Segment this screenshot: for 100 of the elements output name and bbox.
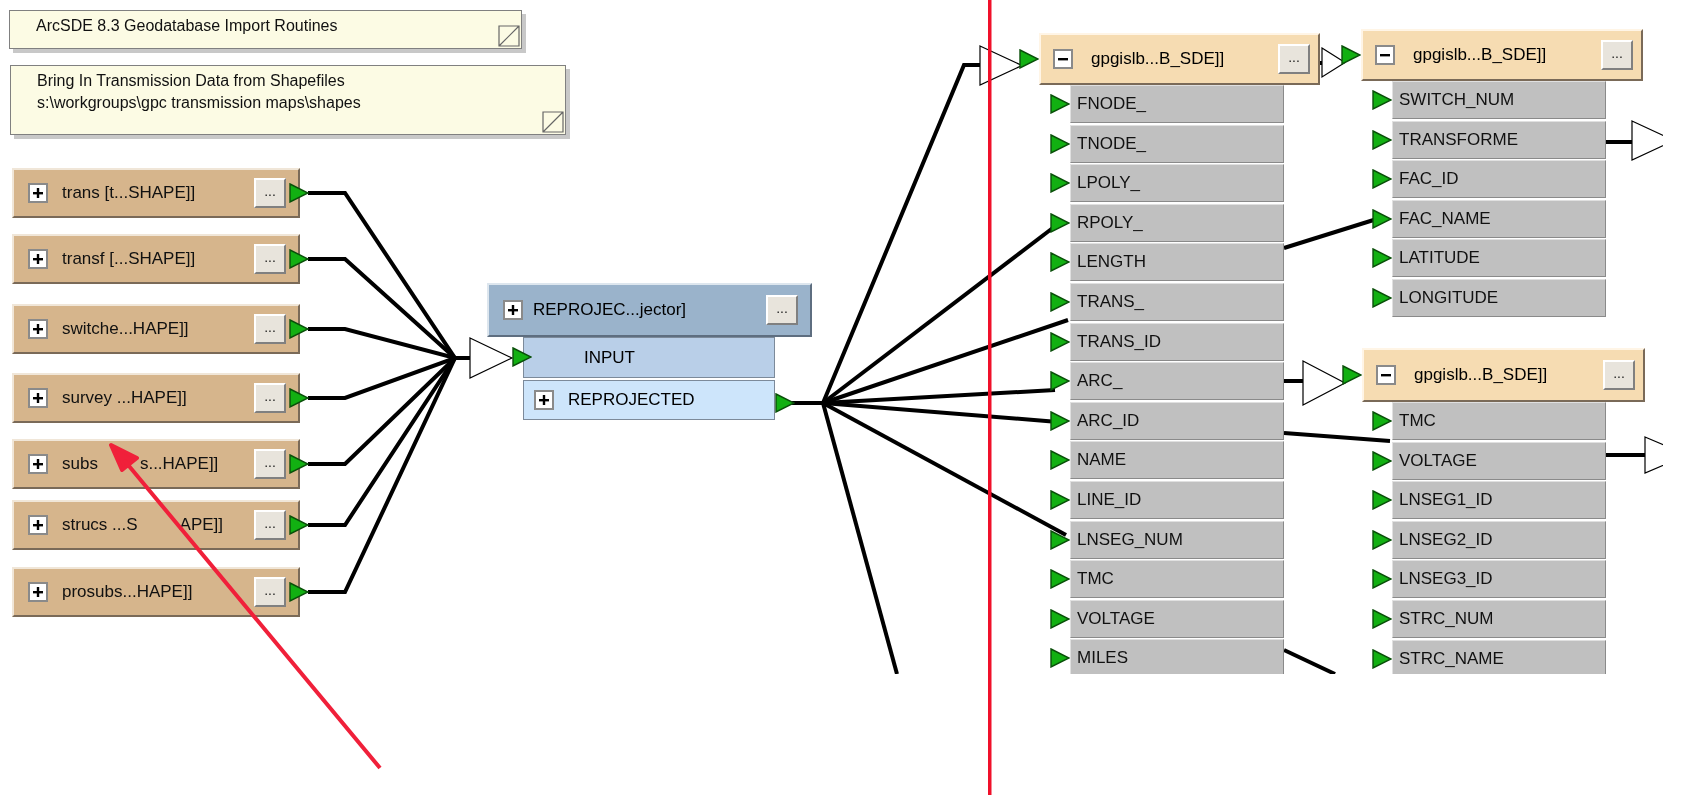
connector-line [1283,648,1336,674]
collapse-icon[interactable] [1376,365,1396,385]
reader-node[interactable]: prosubs...HAPE]] ... [12,567,300,617]
input-port-icon[interactable] [1372,609,1392,629]
expand-icon[interactable] [28,319,48,339]
attribute-row[interactable]: TRANSFORME [1392,120,1606,159]
attribute-row[interactable]: STRC_NAME [1392,639,1606,674]
attribute-name: FAC_ID [1399,169,1459,190]
properties-button[interactable]: ... [254,383,286,413]
output-port-icon[interactable] [289,515,309,535]
attribute-name: LATITUDE [1399,248,1480,269]
reader-node[interactable]: switche...HAPE]] ... [12,304,300,354]
expand-icon[interactable] [534,390,554,410]
input-port-icon[interactable] [512,347,532,367]
expand-icon[interactable] [28,515,48,535]
attribute-name: LPOLY_ [1077,173,1140,194]
attribute-row[interactable]: LNSEG3_ID [1392,560,1606,599]
attribute-row[interactable]: LINE_ID [1070,481,1284,519]
expand-icon[interactable] [503,300,523,320]
properties-button[interactable]: ... [1603,360,1635,390]
properties-button[interactable]: ... [254,510,286,540]
fold-corner-icon [542,111,564,133]
attribute-row[interactable]: LONGITUDE [1392,279,1606,317]
reader-node[interactable]: transf [...SHAPE]] ... [12,234,300,284]
attribute-row[interactable]: TRANS_ [1070,283,1284,321]
expand-icon[interactable] [28,388,48,408]
attribute-row[interactable]: RPOLY_ [1070,203,1284,242]
input-port-icon[interactable] [1372,411,1392,431]
attribute-row[interactable]: SWITCH_NUM [1392,81,1606,119]
properties-button[interactable]: ... [254,314,286,344]
reader-node[interactable]: trans [t...SHAPE]] ... [12,168,300,218]
attribute-row[interactable]: FAC_NAME [1392,199,1606,238]
node-label: APE]] [179,515,224,535]
attribute-name: TNODE_ [1077,133,1146,154]
output-port-icon[interactable] [289,388,309,408]
expand-icon[interactable] [28,249,48,269]
port-label: INPUT [584,347,635,368]
reader-node[interactable]: subs s...HAPE]] ... [12,439,300,489]
attribute-row[interactable]: ARC_ [1070,362,1284,401]
output-port-icon[interactable] [289,249,309,269]
output-port-icon[interactable] [775,393,795,413]
expand-icon[interactable] [28,582,48,602]
feature-type-header[interactable]: gpgislb...B_SDE]] ... [1361,29,1643,81]
properties-button[interactable]: ... [254,178,286,208]
input-port-icon[interactable] [1050,292,1070,312]
attribute-row[interactable]: LNSEG_NUM [1070,520,1284,559]
attribute-name: STRC_NAME [1399,648,1504,669]
attribute-row[interactable]: ARC_ID [1070,401,1284,440]
attribute-row[interactable]: MILES [1070,639,1284,674]
attribute-row[interactable]: TMC [1070,560,1284,599]
collapse-icon[interactable] [1053,49,1073,69]
attribute-row[interactable]: LPOLY_ [1070,164,1284,203]
reader-node[interactable]: survey ...HAPE]] ... [12,373,300,423]
attribute-row[interactable]: LATITUDE [1392,239,1606,278]
attribute-name: LINE_ID [1077,490,1142,510]
input-port-icon[interactable] [1372,288,1392,308]
properties-button[interactable]: ... [1601,40,1633,70]
input-port-row[interactable]: INPUT [523,337,775,378]
node-label: trans [t...SHAPE]] [62,183,197,203]
properties-button[interactable]: ... [254,577,286,607]
input-port-icon[interactable] [1342,365,1362,385]
output-port-icon[interactable] [289,454,309,474]
attribute-row[interactable]: FAC_ID [1392,160,1606,199]
attribute-row[interactable]: TRANS_ID [1070,322,1284,361]
attribute-row[interactable]: TNODE_ [1070,124,1284,163]
attribute-row[interactable]: TMC [1392,402,1606,440]
attribute-name: LNSEG3_ID [1399,569,1493,590]
input-port-icon[interactable] [1019,49,1039,69]
node-label: prosubs...HAPE]] [62,582,194,602]
properties-button[interactable]: ... [254,449,286,479]
attribute-row[interactable]: STRC_NUM [1392,600,1606,638]
collapse-icon[interactable] [1375,45,1395,65]
output-port-icon[interactable] [289,183,309,203]
node-label: gpgislb...B_SDE]] [1091,49,1226,69]
attribute-row[interactable]: FNODE_ [1070,85,1284,123]
attribute-name: SWITCH_NUM [1399,90,1515,110]
input-port-icon[interactable] [1341,45,1361,65]
output-port-icon[interactable] [289,582,309,602]
attribute-row[interactable]: VOLTAGE [1070,599,1284,638]
properties-button[interactable]: ... [254,244,286,274]
expand-icon[interactable] [28,454,48,474]
output-port-row[interactable]: REPROJECTED [523,380,775,420]
input-port-icon[interactable] [1050,94,1070,114]
transformer-header[interactable]: REPROJEC...jector] ... [487,283,812,337]
attribute-name: TMC [1399,411,1436,431]
input-port-icon[interactable] [1050,490,1070,510]
reader-node[interactable]: strucs ...S APE]] ... [12,500,300,550]
feature-type-header[interactable]: gpgislb...B_SDE]] ... [1039,33,1320,85]
attribute-row[interactable]: VOLTAGE [1392,441,1606,480]
properties-button[interactable]: ... [1278,44,1310,74]
properties-button[interactable]: ... [766,295,798,325]
attribute-row[interactable]: NAME [1070,441,1284,480]
expand-icon[interactable] [28,183,48,203]
input-port-icon[interactable] [1372,90,1392,110]
attribute-row[interactable]: LNSEG2_ID [1392,520,1606,559]
node-label: strucs ...S [62,515,138,535]
output-port-icon[interactable] [289,319,309,339]
attribute-row[interactable]: LENGTH [1070,243,1284,282]
attribute-row[interactable]: LNSEG1_ID [1392,481,1606,520]
feature-type-header[interactable]: gpgislb...B_SDE]] ... [1362,348,1645,402]
